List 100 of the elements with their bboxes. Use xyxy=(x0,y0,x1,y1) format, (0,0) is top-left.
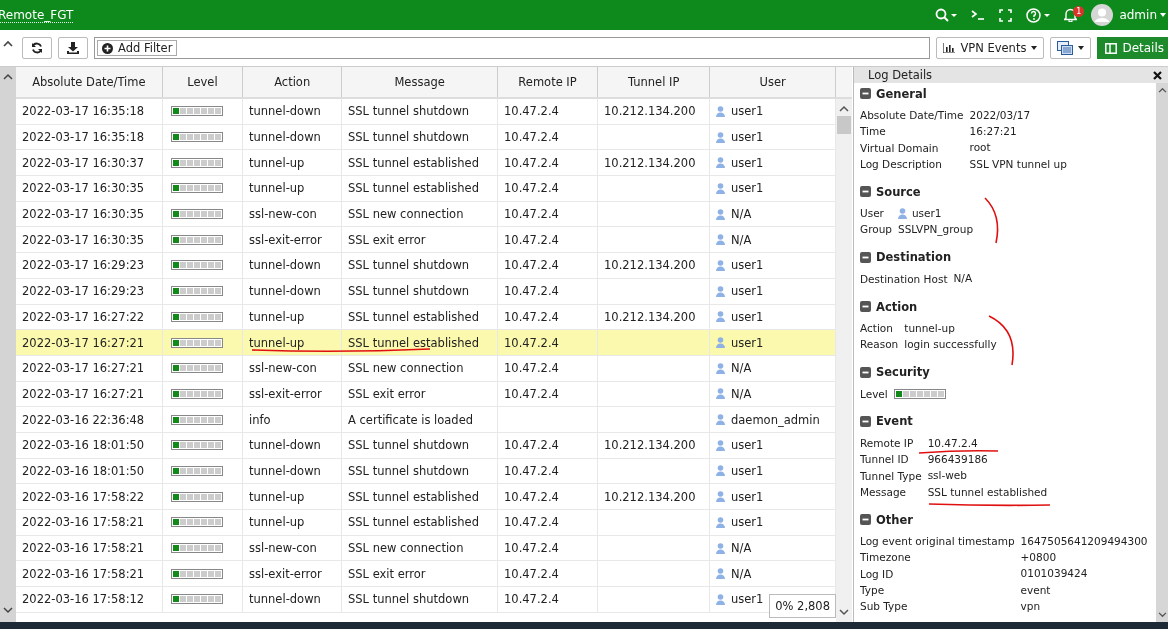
date-cell: 2022-03-17 16:27:21 xyxy=(22,386,145,401)
field-label: Log Description xyxy=(860,156,943,172)
action-cell: tunnel-down xyxy=(249,130,321,145)
field-value: SSLVPN_group xyxy=(897,223,974,237)
table-row[interactable]: 2022-03-16 22:36:48 info A certificate is loaded daemon_admin xyxy=(16,407,836,433)
field-label: Group xyxy=(860,222,892,238)
table-row[interactable]: 2022-03-17 16:29:23 tunnel-down SSL tunnel shutdown 10.47.2.4 user1 xyxy=(16,278,836,305)
message-cell: SSL tunnel shutdown xyxy=(348,104,470,119)
ip-cell: 10.47.2.4 xyxy=(504,438,559,453)
action-cell: ssl-exit-error xyxy=(249,232,322,247)
field-label: Absolute Date/Time xyxy=(860,108,964,123)
message-cell: SSL exit error xyxy=(348,232,426,247)
device-name[interactable]: Remote_FGT xyxy=(0,7,74,23)
field-label: Message xyxy=(860,484,908,500)
table-row[interactable]: 2022-03-16 18:01:50 tunnel-down SSL tunnel shutdown 10.47.2.4 10.212.134.200 user1 xyxy=(16,432,836,459)
ip-cell: 10.47.2.4 xyxy=(504,181,559,196)
message-cell: SSL exit error xyxy=(348,566,426,581)
date-cell: 2022-03-17 16:29:23 xyxy=(22,258,145,273)
field-value: 2022/03/17 xyxy=(969,108,1031,122)
vpn-events-dropdown[interactable]: VPN Events xyxy=(936,37,1045,59)
field-value: user1 xyxy=(911,206,942,220)
action-cell: tunnel-down xyxy=(249,284,321,299)
date-cell: 2022-03-17 16:35:18 xyxy=(22,104,145,119)
field-value: 10.47.2.4 xyxy=(927,436,978,450)
message-cell: SSL tunnel established xyxy=(348,155,479,170)
table-row[interactable]: 2022-03-17 16:27:21 ssl-new-con SSL new connection 10.47.2.4 N/A xyxy=(16,355,836,382)
date-cell: 2022-03-17 16:30:37 xyxy=(22,155,145,170)
field-label: Type xyxy=(860,583,886,599)
user-name: user1 xyxy=(731,335,764,350)
table-row[interactable]: 2022-03-17 16:30:35 ssl-exit-error SSL exit error 10.47.2.4 N/A xyxy=(16,227,836,254)
user-name: N/A xyxy=(731,386,752,401)
message-cell: SSL tunnel established xyxy=(348,489,479,504)
date-cell: 2022-03-17 16:30:35 xyxy=(22,207,145,222)
ip-cell: 10.212.134.200 xyxy=(604,309,696,324)
action-cell: tunnel-down xyxy=(249,438,321,453)
table-row[interactable]: 2022-03-17 16:27:21 tunnel-up SSL tunnel established 10.47.2.4 user1 xyxy=(16,330,836,356)
user-name: N/A xyxy=(731,361,752,376)
table-row[interactable]: 2022-03-17 16:30:35 ssl-new-con SSL new connection 10.47.2.4 N/A xyxy=(16,201,836,228)
message-cell: SSL tunnel shutdown xyxy=(348,463,470,478)
ip-cell: 10.212.134.200 xyxy=(604,258,696,273)
section-title: General xyxy=(876,86,927,101)
column-header[interactable]: Tunnel IP xyxy=(598,67,711,97)
table-row[interactable]: 2022-03-17 16:27:21 ssl-exit-error SSL exit error 10.47.2.4 N/A xyxy=(16,381,836,408)
ip-cell: 10.47.2.4 xyxy=(504,361,559,376)
column-header[interactable]: Remote IP xyxy=(497,67,599,97)
date-cell: 2022-03-17 16:30:35 xyxy=(22,181,145,196)
field-value: root xyxy=(969,141,991,155)
table-row[interactable]: 2022-03-16 17:58:21 tunnel-up SSL tunnel established 10.47.2.4 user1 xyxy=(16,510,836,536)
table-row[interactable]: 2022-03-16 17:58:21 ssl-exit-error SSL exit error 10.47.2.4 N/A xyxy=(16,561,836,588)
section-title: Security xyxy=(876,365,930,380)
table-row[interactable]: 2022-03-16 17:58:22 tunnel-up SSL tunnel established 10.47.2.4 10.212.134.200 user1 xyxy=(16,484,836,510)
user-name: user1 xyxy=(731,592,764,607)
user-name: N/A xyxy=(731,566,752,581)
field-label: Log ID xyxy=(860,566,895,582)
message-cell: SSL tunnel shutdown xyxy=(348,258,470,273)
table-row[interactable]: 2022-03-17 16:29:23 tunnel-down SSL tunnel shutdown 10.47.2.4 10.212.134.200 user1 xyxy=(16,253,836,279)
user-name: user1 xyxy=(731,130,764,145)
action-cell: tunnel-up xyxy=(249,489,305,504)
ip-cell: 10.47.2.4 xyxy=(504,309,559,324)
action-cell: tunnel-up xyxy=(249,515,305,530)
action-cell: ssl-new-con xyxy=(249,361,317,376)
table-row[interactable]: 2022-03-17 16:30:35 tunnel-up SSL tunnel established 10.47.2.4 user1 xyxy=(16,176,836,202)
section-title: Action xyxy=(876,299,918,314)
table-row[interactable]: 2022-03-17 16:30:37 tunnel-up SSL tunnel established 10.47.2.4 10.212.134.200 user1 xyxy=(16,150,836,177)
add-filter-button[interactable]: Add Filter xyxy=(97,40,178,56)
action-cell: info xyxy=(249,412,271,427)
action-cell: ssl-exit-error xyxy=(249,566,322,581)
column-header[interactable]: Message xyxy=(342,67,498,97)
column-header[interactable]: User xyxy=(710,67,837,97)
ip-cell: 10.47.2.4 xyxy=(504,130,559,145)
ip-cell: 10.47.2.4 xyxy=(504,207,559,222)
table-row[interactable]: 2022-03-16 18:01:50 tunnel-down SSL tunnel shutdown 10.47.2.4 user1 xyxy=(16,458,836,485)
message-cell: SSL tunnel established xyxy=(348,515,479,530)
action-cell: tunnel-up xyxy=(249,335,305,350)
action-cell: tunnel-down xyxy=(249,592,321,607)
field-value: tunnel-up xyxy=(904,321,955,335)
date-cell: 2022-03-17 16:30:35 xyxy=(22,232,145,247)
message-cell: SSL tunnel established xyxy=(348,181,479,196)
field-value: +0800 xyxy=(1020,551,1057,565)
section-title: Source xyxy=(876,184,921,199)
date-cell: 2022-03-17 16:29:23 xyxy=(22,284,145,299)
field-value: ssl-web xyxy=(927,469,967,483)
filter-field[interactable]: Add Filter xyxy=(94,37,931,59)
ip-cell: 10.212.134.200 xyxy=(604,438,696,453)
field-value: 966439186 xyxy=(927,452,988,466)
message-cell: SSL new connection xyxy=(348,541,464,556)
table-row[interactable]: 2022-03-16 17:58:21 ssl-new-con SSL new connection 10.47.2.4 N/A xyxy=(16,535,836,562)
details-button[interactable]: Details xyxy=(1097,37,1168,59)
table-row[interactable]: 2022-03-17 16:35:18 tunnel-down SSL tunnel shutdown 10.47.2.4 10.212.134.200 user1 xyxy=(16,99,836,125)
section-title: Event xyxy=(876,414,913,429)
column-header[interactable]: Action xyxy=(243,67,343,97)
ip-cell: 10.47.2.4 xyxy=(504,592,559,607)
user-menu[interactable]: admin xyxy=(1119,8,1157,22)
table-row[interactable]: 2022-03-17 16:35:18 tunnel-down SSL tunnel shutdown 10.47.2.4 user1 xyxy=(16,124,836,151)
column-header[interactable]: Absolute Date/Time xyxy=(16,67,163,97)
ip-cell: 10.47.2.4 xyxy=(504,566,559,581)
ip-cell: 10.47.2.4 xyxy=(504,232,559,247)
column-header[interactable]: Level xyxy=(162,67,244,97)
ip-cell: 10.47.2.4 xyxy=(504,335,559,350)
notification-badge: 1 xyxy=(1073,6,1085,17)
